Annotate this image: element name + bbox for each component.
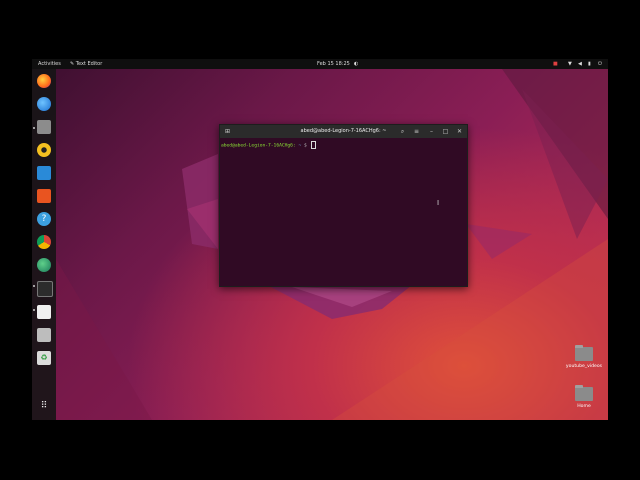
drive-icon[interactable]: [37, 328, 51, 342]
power-icon[interactable]: ⏻: [598, 61, 602, 67]
app-menu[interactable]: ✎ Text Editor: [70, 61, 102, 67]
folder-icon: [575, 345, 593, 361]
running-indicator: [33, 127, 35, 129]
mouse-ibeam-icon: I: [437, 199, 440, 207]
prompt-symbol: $: [304, 143, 307, 149]
top-bar: Activities ✎ Text Editor Feb 15 18:25 ◐ …: [32, 59, 608, 69]
firefox-icon[interactable]: [37, 74, 51, 88]
maximize-icon[interactable]: □: [441, 127, 450, 136]
clock[interactable]: Feb 15 18:25: [317, 61, 350, 67]
menu-icon[interactable]: ≡: [412, 127, 421, 136]
terminal-icon[interactable]: [37, 281, 53, 297]
search-icon[interactable]: ⌕: [398, 127, 407, 136]
show-apps-icon[interactable]: ⠿: [37, 399, 51, 413]
thunderbird-icon[interactable]: [37, 97, 51, 111]
notification-icon[interactable]: ◐: [354, 61, 358, 67]
battery-icon[interactable]: ▮: [588, 61, 591, 67]
software-icon[interactable]: [37, 189, 51, 203]
running-indicator: [33, 309, 35, 311]
help-icon[interactable]: ?: [37, 212, 51, 226]
writer-icon[interactable]: [37, 166, 51, 180]
prompt-user: abed@abed-Legion-7-16ACHg6:: [221, 143, 296, 149]
desktop-item-label: youtube_videos: [565, 364, 603, 369]
running-indicator: [33, 285, 35, 287]
network-icon[interactable]: ▼: [568, 61, 572, 67]
volume-icon[interactable]: ◀: [578, 61, 582, 67]
home-folder-icon: [575, 385, 593, 401]
files-icon[interactable]: [37, 120, 51, 134]
minimize-icon[interactable]: –: [427, 127, 436, 136]
prompt-path: ~: [298, 143, 302, 149]
dock: ? ♻ ⠿: [32, 69, 56, 420]
terminal-titlebar[interactable]: ⊞ abed@abed-Legion-7-16ACHg6: ~ ⌕ ≡ – □ …: [220, 125, 467, 138]
close-icon[interactable]: ✕: [455, 127, 464, 136]
app-menu-label: Text Editor: [75, 61, 103, 67]
desktop-item-label: Home: [577, 404, 591, 409]
activities-button[interactable]: Activities: [38, 61, 61, 67]
terminal-window[interactable]: ⊞ abed@abed-Legion-7-16ACHg6: ~ ⌕ ≡ – □ …: [219, 124, 468, 287]
desktop-folder-home[interactable]: Home: [564, 385, 604, 409]
desktop-folder-youtube-videos[interactable]: youtube_videos: [564, 345, 604, 369]
terminal-prompt[interactable]: abed@abed-Legion-7-16ACHg6: ~ $: [221, 141, 316, 149]
record-icon[interactable]: ■: [553, 61, 558, 67]
rhythmbox-icon[interactable]: [37, 143, 51, 157]
text-editor-icon[interactable]: [37, 305, 51, 319]
chrome-icon[interactable]: [37, 235, 51, 249]
edge-icon[interactable]: [37, 258, 51, 272]
trash-icon[interactable]: ♻: [37, 351, 51, 365]
text-cursor: [310, 141, 316, 149]
desktop: Activities ✎ Text Editor Feb 15 18:25 ◐ …: [32, 59, 608, 420]
